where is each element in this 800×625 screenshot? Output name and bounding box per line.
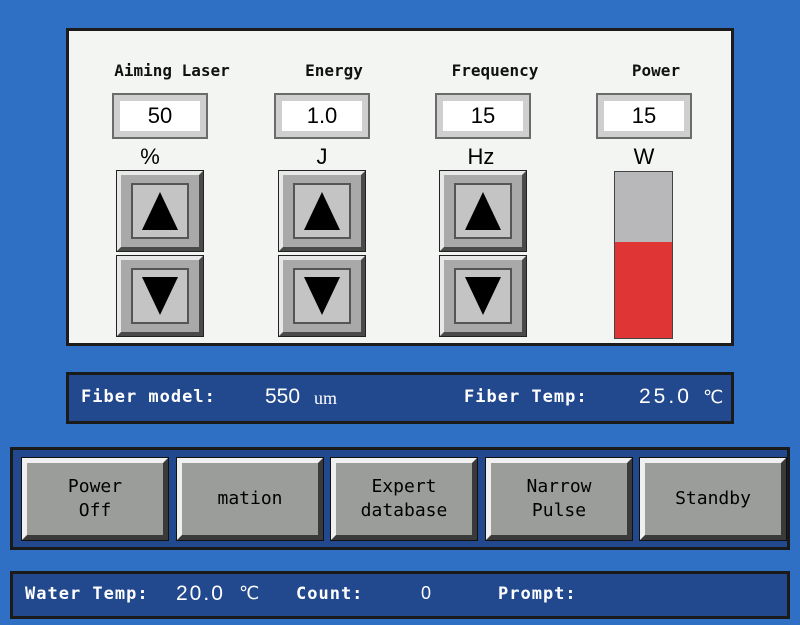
fiber-model-label: Fiber model: [81, 387, 216, 407]
fiber-model-unit: um [314, 388, 338, 408]
aiming-laser-down-button[interactable] [116, 255, 204, 337]
menu-button-area: Power Off mation Expert database Narrow … [10, 447, 790, 550]
down-arrow-icon [142, 277, 178, 315]
count-label: Count: [296, 584, 364, 604]
power-value: 15 [604, 101, 684, 131]
up-arrow-icon [304, 192, 340, 230]
frequency-value: 15 [443, 101, 523, 131]
aiming-laser-value: 50 [120, 101, 200, 131]
aiming-laser-title: Aiming Laser [114, 61, 230, 80]
water-temp-value: 20.0 [176, 582, 225, 605]
frequency-up-button[interactable] [439, 170, 527, 252]
prompt-label: Prompt: [498, 584, 577, 604]
water-temp-unit: ℃ [239, 583, 260, 604]
narrow-pulse-button[interactable]: Narrow Pulse [485, 457, 633, 541]
power-level-bar [614, 171, 673, 339]
aiming-laser-value-box: 50 [112, 93, 208, 139]
energy-value-box: 1.0 [274, 93, 370, 139]
frequency-title: Frequency [451, 61, 539, 80]
down-arrow-icon [304, 277, 340, 315]
up-arrow-icon [465, 192, 501, 230]
water-temp-label: Water Temp: [25, 584, 149, 604]
fiber-temp-label: Fiber Temp: [464, 387, 588, 407]
power-unit: W [633, 144, 655, 169]
power-title: Power [631, 61, 681, 80]
aiming-laser-unit: % [140, 144, 160, 169]
power-level-fill [615, 241, 672, 338]
fiber-info-bar: Fiber model: 550 um Fiber Temp: 25.0 ℃ [66, 372, 734, 424]
power-value-box: 15 [596, 93, 692, 139]
fiber-model-value: 550 [265, 385, 301, 408]
frequency-down-button[interactable] [439, 255, 527, 337]
fiber-temp-value: 25.0 [639, 385, 692, 408]
control-panel: Aiming Laser 50 % Energy 1.0 J Frequency… [66, 28, 734, 346]
energy-unit: J [316, 144, 328, 169]
power-off-button[interactable]: Power Off [21, 457, 169, 541]
standby-button[interactable]: Standby [639, 457, 787, 541]
down-arrow-icon [465, 277, 501, 315]
frequency-unit: Hz [467, 144, 495, 169]
energy-title: Energy [305, 61, 363, 80]
aiming-laser-up-button[interactable] [116, 170, 204, 252]
status-bar: Water Temp: 20.0 ℃ Count: 0 Prompt: [10, 571, 790, 619]
mation-button[interactable]: mation [176, 457, 324, 541]
energy-value: 1.0 [282, 101, 362, 131]
expert-database-button[interactable]: Expert database [330, 457, 478, 541]
fiber-temp-unit: ℃ [703, 387, 724, 408]
energy-up-button[interactable] [278, 170, 366, 252]
up-arrow-icon [142, 192, 178, 230]
frequency-value-box: 15 [435, 93, 531, 139]
energy-down-button[interactable] [278, 255, 366, 337]
count-value: 0 [421, 583, 432, 603]
